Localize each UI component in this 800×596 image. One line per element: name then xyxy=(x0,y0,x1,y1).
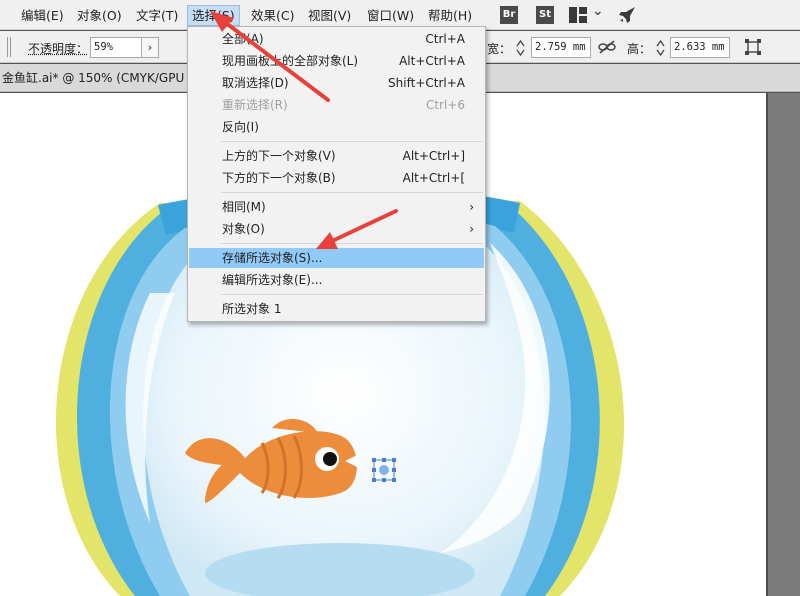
menu-type[interactable]: 文字(T) xyxy=(132,5,182,26)
menu-separator xyxy=(221,141,483,142)
menu-item-edit-selection[interactable]: 编辑所选对象(E)... xyxy=(189,270,484,290)
menu-item-saved-selection-1[interactable]: 所选对象 1 xyxy=(189,299,484,319)
menu-effect[interactable]: 效果(C) xyxy=(247,5,298,26)
menu-item-next-object-above[interactable]: 上方的下一个对象(V) Alt+Ctrl+] xyxy=(189,146,484,166)
panel-grip-icon[interactable] xyxy=(6,37,12,57)
opacity-input[interactable]: 59% xyxy=(90,37,142,58)
menu-item-select-all[interactable]: 全部(A) Ctrl+A xyxy=(189,29,484,49)
menu-item-object[interactable]: 对象(O) › xyxy=(189,219,484,239)
workspace-layout-icon[interactable] xyxy=(569,7,587,23)
height-label: 高： xyxy=(627,42,652,56)
height-stepper-icon[interactable] xyxy=(656,39,665,57)
menu-object[interactable]: 对象(O) xyxy=(73,5,126,26)
workspace-chevron-icon[interactable]: ⌄ xyxy=(592,3,604,19)
submenu-chevron-icon: › xyxy=(469,222,474,236)
watermark-logo: Bai度经验 xyxy=(612,516,743,546)
menu-item-deselect[interactable]: 取消选择(D) Shift+Ctrl+A xyxy=(189,73,484,93)
menu-select[interactable]: 选择(S) xyxy=(187,5,240,26)
menu-edit[interactable]: 编辑(E) xyxy=(17,5,68,26)
submenu-chevron-icon: › xyxy=(469,200,474,214)
menu-item-inverse[interactable]: 反向(I) xyxy=(189,117,484,137)
menu-item-next-object-below[interactable]: 下方的下一个对象(B) Alt+Ctrl+[ xyxy=(189,168,484,188)
width-label: 宽： xyxy=(487,42,512,56)
canvas-scroll-area[interactable] xyxy=(766,93,800,596)
menu-separator xyxy=(221,294,483,295)
menu-separator xyxy=(221,243,483,244)
width-stepper-icon[interactable] xyxy=(516,39,525,57)
menu-view[interactable]: 视图(V) xyxy=(304,5,355,26)
menu-help[interactable]: 帮助(H) xyxy=(424,5,476,26)
transform-icon[interactable] xyxy=(744,38,762,56)
width-input[interactable]: 2.759 mm xyxy=(531,37,591,58)
select-menu-dropdown: 全部(A) Ctrl+A 现用画板上的全部对象(L) Alt+Ctrl+A 取消… xyxy=(187,26,486,322)
opacity-dropdown-button[interactable]: › xyxy=(141,37,159,58)
menu-item-select-all-on-artboard[interactable]: 现用画板上的全部对象(L) Alt+Ctrl+A xyxy=(189,51,484,71)
stock-icon[interactable]: St xyxy=(536,6,554,24)
menu-window[interactable]: 窗口(W) xyxy=(363,5,418,26)
menu-item-same[interactable]: 相同(M) › xyxy=(189,197,484,217)
menu-item-save-selection[interactable]: 存储所选对象(S)... xyxy=(189,248,484,268)
opacity-label[interactable]: 不透明度： xyxy=(28,40,88,57)
watermark-url: jingyan.baidu.com xyxy=(618,562,720,575)
rocket-icon[interactable] xyxy=(617,5,637,25)
height-input[interactable]: 2.633 mm xyxy=(670,37,730,58)
selected-bubbles xyxy=(372,458,396,482)
menu-item-reselect: 重新选择(R) Ctrl+6 xyxy=(222,98,465,112)
menu-separator xyxy=(221,192,483,193)
document-tab[interactable]: 金鱼缸.ai* @ 150% (CMYK/GPU xyxy=(0,64,184,92)
bridge-icon[interactable]: Br xyxy=(500,6,518,24)
constrain-link-icon[interactable] xyxy=(598,39,616,55)
